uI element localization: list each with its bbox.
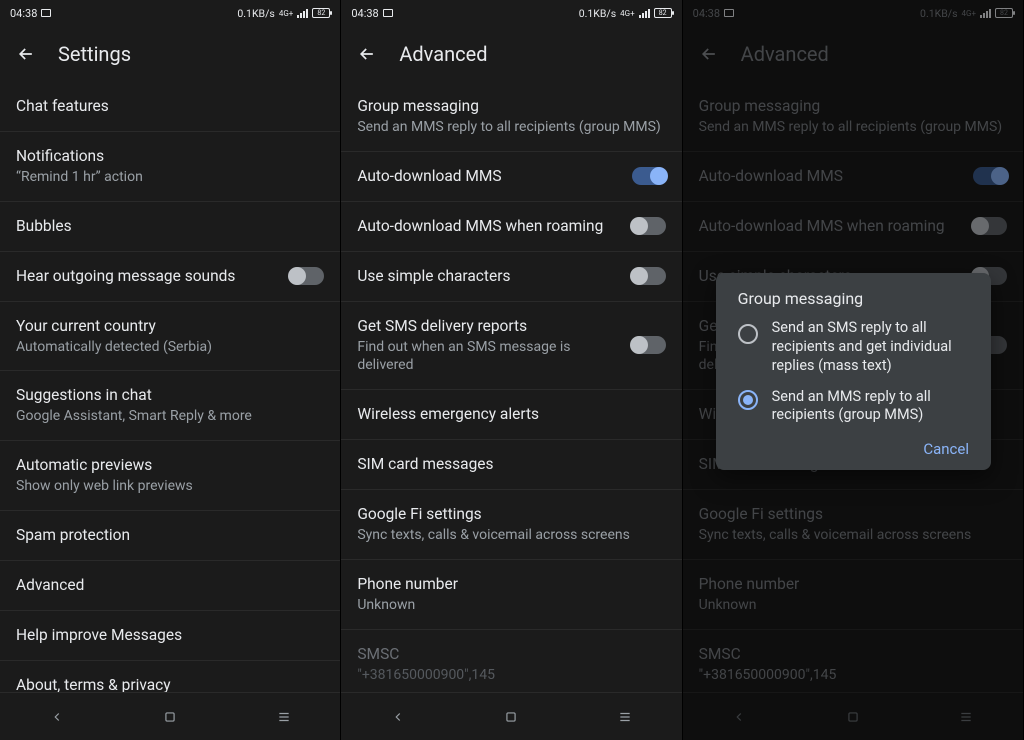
pane-advanced: 04:38 0.1KB/s 4G+ 82 Advanced Group mess… xyxy=(341,0,682,740)
radio-icon[interactable] xyxy=(738,390,758,410)
item-subtitle: Show only web link previews xyxy=(16,477,324,496)
list-item[interactable]: About, terms & privacy xyxy=(0,661,340,692)
signal-icon xyxy=(639,9,650,18)
battery-icon: 82 xyxy=(654,8,672,18)
nav-home-icon[interactable] xyxy=(500,706,522,728)
nav-recents-icon[interactable] xyxy=(273,706,295,728)
list-item[interactable]: Auto-download MMS xyxy=(341,152,681,202)
status-bar: 04:38 0.1KB/s 4G+ 82 xyxy=(341,0,681,26)
list-item[interactable]: Group messagingSend an MMS reply to all … xyxy=(341,82,681,152)
item-title: SMSC xyxy=(357,644,665,665)
group-messaging-dialog: Group messaging Send an SMS reply to all… xyxy=(716,273,991,470)
list-item[interactable]: Spam protection xyxy=(0,511,340,561)
item-title: Get SMS delivery reports xyxy=(357,316,619,337)
item-subtitle: Sync texts, calls & voicemail across scr… xyxy=(357,526,665,545)
status-gen: 4G+ xyxy=(279,9,293,18)
list-item[interactable]: Phone numberUnknown xyxy=(341,560,681,630)
list-item[interactable]: Bubbles xyxy=(0,202,340,252)
app-bar: Advanced xyxy=(341,26,681,82)
battery-icon: 82 xyxy=(312,8,330,18)
item-title: Phone number xyxy=(357,574,665,595)
status-time: 04:38 xyxy=(10,7,37,20)
cancel-button[interactable]: Cancel xyxy=(923,440,969,458)
item-title: Hear outgoing message sounds xyxy=(16,266,278,287)
nav-bar xyxy=(341,692,681,740)
advanced-list: Group messagingSend an MMS reply to all … xyxy=(341,82,681,692)
item-title: Use simple characters xyxy=(357,266,619,287)
item-subtitle: "+381650000900",145 xyxy=(357,666,665,685)
list-item[interactable]: Get SMS delivery reportsFind out when an… xyxy=(341,302,681,391)
list-item[interactable]: Chat features xyxy=(0,82,340,132)
item-title: Google Fi settings xyxy=(357,504,665,525)
item-subtitle: Automatically detected (Serbia) xyxy=(16,338,324,357)
page-title: Advanced xyxy=(399,42,487,66)
app-bar: Settings xyxy=(0,26,340,82)
toggle-switch[interactable] xyxy=(632,336,666,354)
item-title: About, terms & privacy xyxy=(16,675,324,692)
settings-list: Chat features Notifications“Remind 1 hr” … xyxy=(0,82,340,692)
radio-option[interactable]: Send an MMS reply to all recipients (gro… xyxy=(724,382,983,432)
radio-label: Send an SMS reply to all recipients and … xyxy=(772,319,969,376)
nav-back-icon[interactable] xyxy=(387,706,409,728)
page-title: Settings xyxy=(58,42,131,66)
nav-back-icon[interactable] xyxy=(46,706,68,728)
notification-icon xyxy=(383,9,393,17)
item-title: Auto-download MMS when roaming xyxy=(357,216,619,237)
dialog-title: Group messaging xyxy=(724,289,983,316)
list-item[interactable]: Advanced xyxy=(0,561,340,611)
list-item[interactable]: Your current countryAutomatically detect… xyxy=(0,302,340,372)
pane-settings: 04:38 0.1KB/s 4G+ 82 Settings Chat featu… xyxy=(0,0,341,740)
list-item[interactable]: Notifications“Remind 1 hr” action xyxy=(0,132,340,202)
toggle-switch[interactable] xyxy=(632,167,666,185)
item-subtitle: Unknown xyxy=(357,596,665,615)
item-subtitle: Find out when an SMS message is delivere… xyxy=(357,338,619,376)
item-title: Spam protection xyxy=(16,525,324,546)
signal-icon xyxy=(297,9,308,18)
status-bar: 04:38 0.1KB/s 4G+ 82 xyxy=(0,0,340,26)
item-title: Notifications xyxy=(16,146,324,167)
item-subtitle: “Remind 1 hr” action xyxy=(16,168,324,187)
list-item[interactable]: Help improve Messages xyxy=(0,611,340,661)
item-subtitle: Send an MMS reply to all recipients (gro… xyxy=(357,118,665,137)
list-item[interactable]: Use simple characters xyxy=(341,252,681,302)
status-net: 0.1KB/s xyxy=(579,7,616,20)
item-subtitle: Google Assistant, Smart Reply & more xyxy=(16,407,324,426)
list-item[interactable]: Hear outgoing message sounds xyxy=(0,252,340,302)
list-item[interactable]: SIM card messages xyxy=(341,440,681,490)
radio-label: Send an MMS reply to all recipients (gro… xyxy=(772,388,969,426)
toggle-switch[interactable] xyxy=(632,217,666,235)
list-item[interactable]: SMSC"+381650000900",145 xyxy=(341,630,681,692)
status-gen: 4G+ xyxy=(620,9,634,18)
nav-bar xyxy=(0,692,340,740)
status-net: 0.1KB/s xyxy=(237,7,274,20)
toggle-switch[interactable] xyxy=(632,267,666,285)
nav-recents-icon[interactable] xyxy=(614,706,636,728)
status-time: 04:38 xyxy=(351,7,378,20)
back-icon[interactable] xyxy=(16,44,36,64)
item-title: Bubbles xyxy=(16,216,324,237)
item-title: Your current country xyxy=(16,316,324,337)
notification-icon xyxy=(41,9,51,17)
item-title: Automatic previews xyxy=(16,455,324,476)
radio-icon[interactable] xyxy=(738,324,758,344)
item-title: Group messaging xyxy=(357,96,665,117)
list-item[interactable]: Google Fi settingsSync texts, calls & vo… xyxy=(341,490,681,560)
list-item[interactable]: Suggestions in chatGoogle Assistant, Sma… xyxy=(0,371,340,441)
back-icon[interactable] xyxy=(357,44,377,64)
item-title: Chat features xyxy=(16,96,324,117)
item-title: Advanced xyxy=(16,575,324,596)
item-title: Wireless emergency alerts xyxy=(357,404,665,425)
item-title: Auto-download MMS xyxy=(357,166,619,187)
item-title: Suggestions in chat xyxy=(16,385,324,406)
list-item[interactable]: Automatic previewsShow only web link pre… xyxy=(0,441,340,511)
nav-home-icon[interactable] xyxy=(159,706,181,728)
pane-advanced-dialog: 04:38 0.1KB/s 4G+ 82 Advanced Group mess… xyxy=(683,0,1024,740)
toggle-switch[interactable] xyxy=(290,267,324,285)
radio-option[interactable]: Send an SMS reply to all recipients and … xyxy=(724,316,983,382)
list-item[interactable]: Wireless emergency alerts xyxy=(341,390,681,440)
item-title: Help improve Messages xyxy=(16,625,324,646)
item-title: SIM card messages xyxy=(357,454,665,475)
list-item[interactable]: Auto-download MMS when roaming xyxy=(341,202,681,252)
